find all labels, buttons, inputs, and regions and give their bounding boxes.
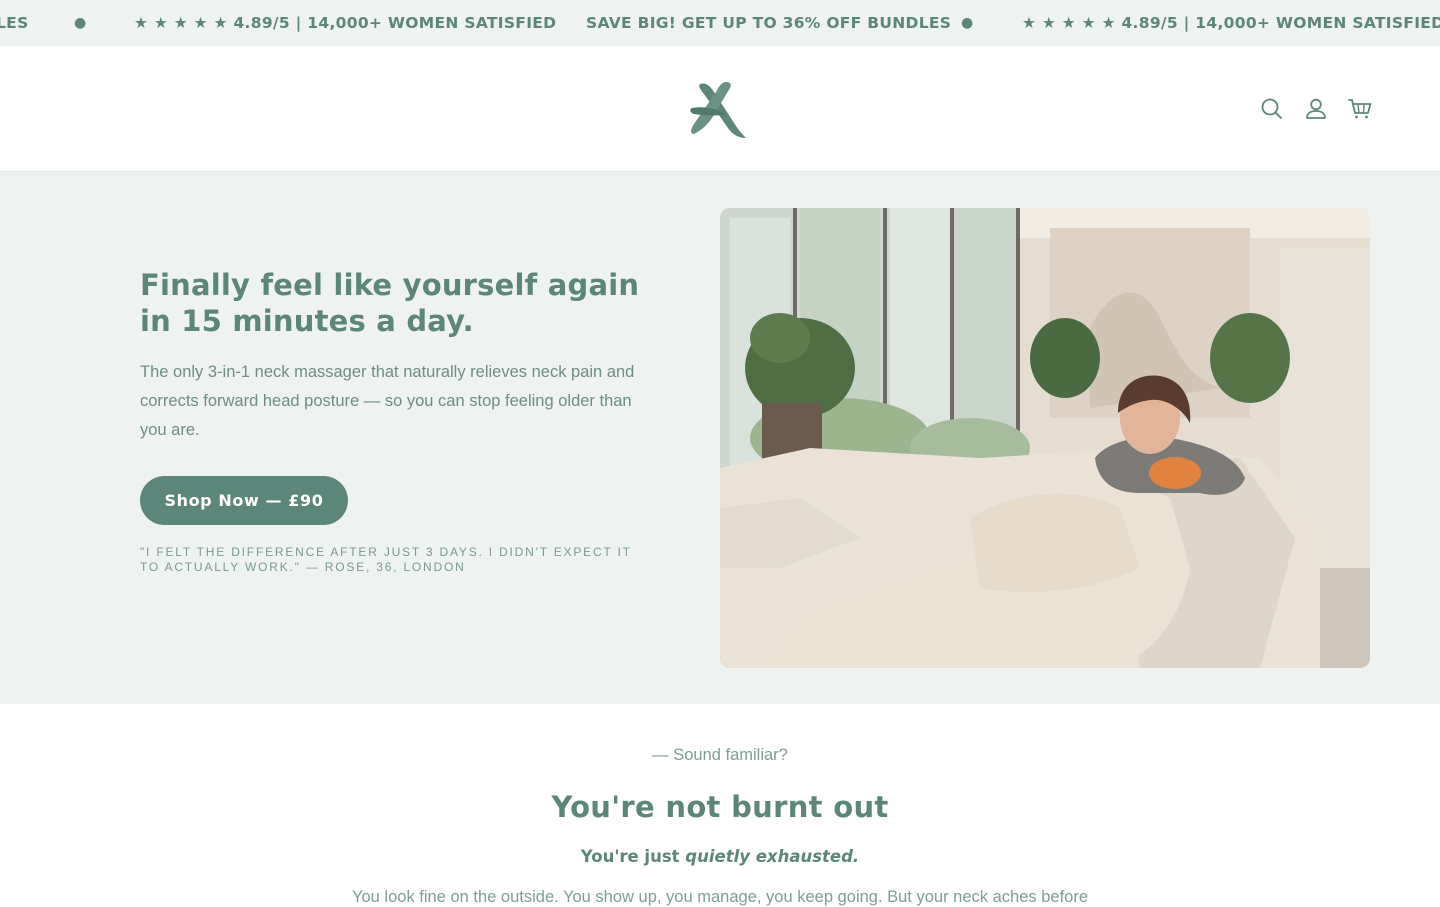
announcement-item-sale: SAVE BIG! GET UP TO 36% OFF BUNDLES — [586, 14, 952, 32]
account-icon[interactable] — [1303, 96, 1329, 122]
shop-now-button[interactable]: Shop Now — £90 — [140, 476, 348, 525]
search-icon[interactable] — [1259, 96, 1285, 122]
announcement-bar: LES ● ★ ★ ★ ★ ★ 4.89/5 | 14,000+ WOMEN S… — [0, 0, 1440, 46]
section-subtitle: You're just quietly exhausted. — [0, 847, 1440, 866]
announcement-item: LES — [0, 14, 29, 32]
site-header — [0, 46, 1440, 172]
hero-testimonial: "I FELT THE DIFFERENCE AFTER JUST 3 DAYS… — [140, 545, 632, 574]
subtitle-prefix: You're just — [580, 847, 686, 866]
subtitle-emphasis: quietly exhausted. — [685, 847, 860, 866]
announcement-item-rating: ★ ★ ★ ★ ★ 4.89/5 | 14,000+ WOMEN SATISFI… — [134, 14, 557, 32]
brand-logo[interactable] — [686, 78, 750, 140]
x-brush-logo-icon — [690, 82, 746, 138]
section-title: You're not burnt out — [551, 790, 889, 824]
cart-icon[interactable] — [1347, 96, 1373, 122]
hero-section: Finally feel like yourself again in 15 m… — [0, 172, 1440, 704]
hero-title: Finally feel like yourself again in 15 m… — [140, 268, 640, 338]
section-eyebrow: — Sound familiar? — [652, 746, 788, 764]
announcement-item-rating: ★ ★ ★ ★ ★ 4.89/5 | 14,000+ WOMEN SATISFI… — [1022, 14, 1440, 32]
separator-dot: ● — [961, 15, 974, 31]
separator-dot: ● — [74, 15, 87, 31]
hero-image — [720, 208, 1370, 668]
hero-subtitle: The only 3-in-1 neck massager that natur… — [140, 363, 635, 439]
section-body: You look fine on the outside. You show u… — [352, 888, 1088, 906]
